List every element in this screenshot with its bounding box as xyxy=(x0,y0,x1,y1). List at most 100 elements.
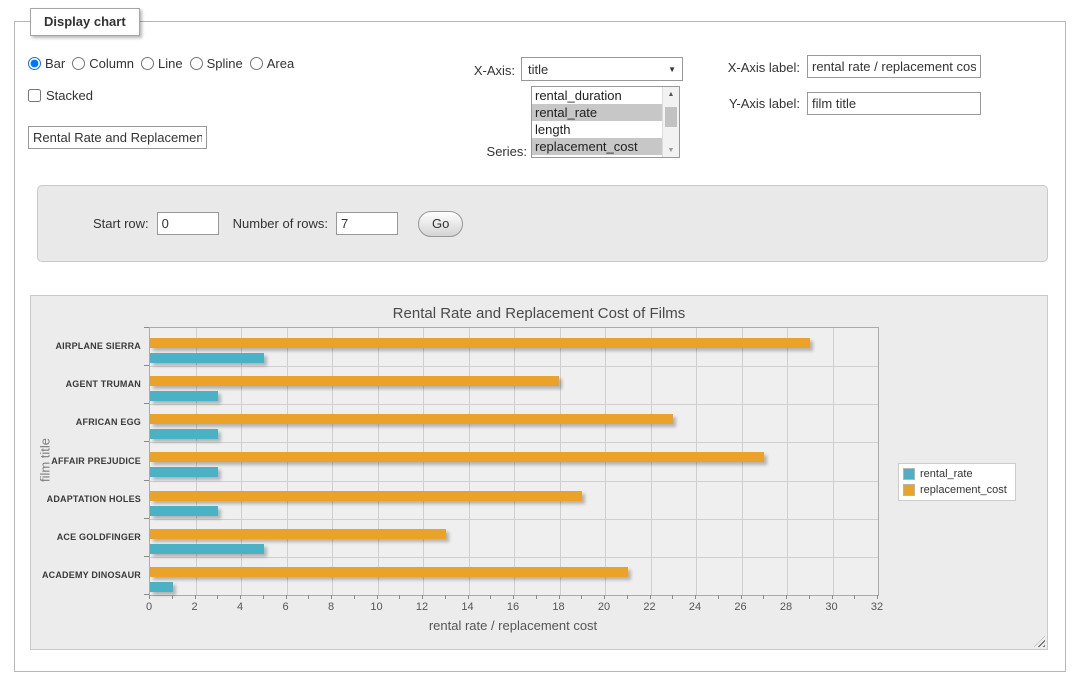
chart-title-input[interactable] xyxy=(28,126,207,149)
chart-type-label: Line xyxy=(158,56,183,71)
chart-type-label: Area xyxy=(267,56,294,71)
x-tick-label: 4 xyxy=(237,601,243,613)
gridline-h xyxy=(150,366,878,367)
start-row-input[interactable] xyxy=(157,212,219,235)
chart-type-radio-line[interactable] xyxy=(141,57,154,70)
stacked-checkbox[interactable] xyxy=(28,89,41,102)
chart-type-option-bar[interactable]: Bar xyxy=(28,56,65,71)
bar-replacement_cost-1 xyxy=(150,338,810,348)
gridline-h xyxy=(150,442,878,443)
legend-label: replacement_cost xyxy=(920,484,1007,496)
bar-rental_rate-7 xyxy=(150,582,173,592)
bar-rental_rate-1 xyxy=(150,353,264,363)
x-tick-mark xyxy=(513,595,514,599)
x-tick-mark xyxy=(627,595,628,599)
num-rows-input[interactable] xyxy=(336,212,398,235)
go-button[interactable]: Go xyxy=(418,211,463,237)
x-tick-mark xyxy=(490,595,491,599)
x-tick-mark xyxy=(149,595,150,599)
chart-type-radio-area[interactable] xyxy=(250,57,263,70)
category-label-3: AFRICAN EGG xyxy=(31,417,141,427)
chart-type-option-line[interactable]: Line xyxy=(141,56,183,71)
y-tick-mark xyxy=(144,480,149,481)
scrollbar-thumb[interactable] xyxy=(665,107,677,127)
resize-handle-icon[interactable] xyxy=(1034,636,1045,647)
series-listbox[interactable]: rental_durationrental_ratelengthreplacem… xyxy=(531,86,680,158)
category-label-7: ACADEMY DINOSAUR xyxy=(31,570,141,580)
y-tick-mark xyxy=(144,327,149,328)
x-tick-label: 26 xyxy=(734,601,746,613)
x-tick-label: 0 xyxy=(146,601,152,613)
x-tick-mark xyxy=(263,595,264,599)
x-tick-mark xyxy=(741,595,742,599)
x-tick-mark xyxy=(650,595,651,599)
x-tick-label: 20 xyxy=(598,601,610,613)
chart-type-option-area[interactable]: Area xyxy=(250,56,294,71)
legend-swatch-rental_rate xyxy=(903,468,915,480)
num-rows-label: Number of rows: xyxy=(233,216,328,231)
bar-replacement_cost-4 xyxy=(150,452,764,462)
x-tick-label: 16 xyxy=(507,601,519,613)
bar-replacement_cost-3 xyxy=(150,414,673,424)
series-option-rental_rate[interactable]: rental_rate xyxy=(532,104,663,121)
x-tick-label: 10 xyxy=(370,601,382,613)
rows-panel: Start row: Number of rows: Go xyxy=(37,185,1048,262)
x-axis-label-input[interactable] xyxy=(807,55,981,78)
x-tick-label: 6 xyxy=(282,601,288,613)
legend-item-rental_rate: rental_rate xyxy=(903,468,1007,480)
x-tick-mark xyxy=(217,595,218,599)
chart-type-option-spline[interactable]: Spline xyxy=(190,56,243,71)
bar-rental_rate-3 xyxy=(150,429,218,439)
x-tick-label: 2 xyxy=(191,601,197,613)
chart-type-radio-bar[interactable] xyxy=(28,57,41,70)
series-option-rental_duration[interactable]: rental_duration xyxy=(532,87,663,104)
series-option-length[interactable]: length xyxy=(532,121,663,138)
x-tick-mark xyxy=(581,595,582,599)
gridline-h xyxy=(150,481,878,482)
x-tick-mark xyxy=(763,595,764,599)
y-tick-mark xyxy=(144,365,149,366)
x-tick-mark xyxy=(422,595,423,599)
series-option-replacement_cost[interactable]: replacement_cost xyxy=(532,138,663,155)
plot-area xyxy=(149,327,879,596)
bar-replacement_cost-7 xyxy=(150,567,628,577)
chart-container: Rental Rate and Replacement Cost of Film… xyxy=(30,295,1048,650)
x-tick-label: 30 xyxy=(825,601,837,613)
scroll-up-icon[interactable]: ▲ xyxy=(663,87,679,101)
chart-type-radio-spline[interactable] xyxy=(190,57,203,70)
stacked-checkbox-row[interactable]: Stacked xyxy=(28,88,93,103)
y-tick-mark xyxy=(144,441,149,442)
chart-type-label: Bar xyxy=(45,56,65,71)
chart-title: Rental Rate and Replacement Cost of Film… xyxy=(31,305,1047,322)
chart-type-radio-column[interactable] xyxy=(72,57,85,70)
x-tick-label: 14 xyxy=(461,601,473,613)
x-tick-label: 18 xyxy=(552,601,564,613)
x-tick-mark xyxy=(377,595,378,599)
x-tick-mark xyxy=(809,595,810,599)
bar-replacement_cost-2 xyxy=(150,376,559,386)
x-axis-label-label: X-Axis label: xyxy=(698,60,800,75)
x-axis-select[interactable]: title ▼ xyxy=(521,57,683,81)
category-label-4: AFFAIR PREJUDICE xyxy=(31,456,141,466)
series-options: rental_durationrental_ratelengthreplacem… xyxy=(532,87,663,155)
series-select-label: Series: xyxy=(435,144,527,159)
x-tick-label: 24 xyxy=(689,601,701,613)
chart-x-axis-title: rental rate / replacement cost xyxy=(149,618,877,633)
x-tick-mark xyxy=(354,595,355,599)
chart-type-label: Spline xyxy=(207,56,243,71)
gridline-h xyxy=(150,557,878,558)
bar-rental_rate-2 xyxy=(150,391,218,401)
legend-swatch-replacement_cost xyxy=(903,484,915,496)
x-tick-mark xyxy=(832,595,833,599)
y-axis-label-input[interactable] xyxy=(807,92,981,115)
series-scrollbar[interactable]: ▲ ▼ xyxy=(662,87,679,157)
chart-legend: rental_rate replacement_cost xyxy=(898,463,1016,501)
y-tick-mark xyxy=(144,594,149,595)
bar-rental_rate-5 xyxy=(150,506,218,516)
scroll-down-icon[interactable]: ▼ xyxy=(663,143,679,157)
y-axis-label-label: Y-Axis label: xyxy=(698,96,800,111)
x-tick-mark xyxy=(536,595,537,599)
gridline-h xyxy=(150,404,878,405)
bar-rental_rate-6 xyxy=(150,544,264,554)
chart-type-option-column[interactable]: Column xyxy=(72,56,134,71)
